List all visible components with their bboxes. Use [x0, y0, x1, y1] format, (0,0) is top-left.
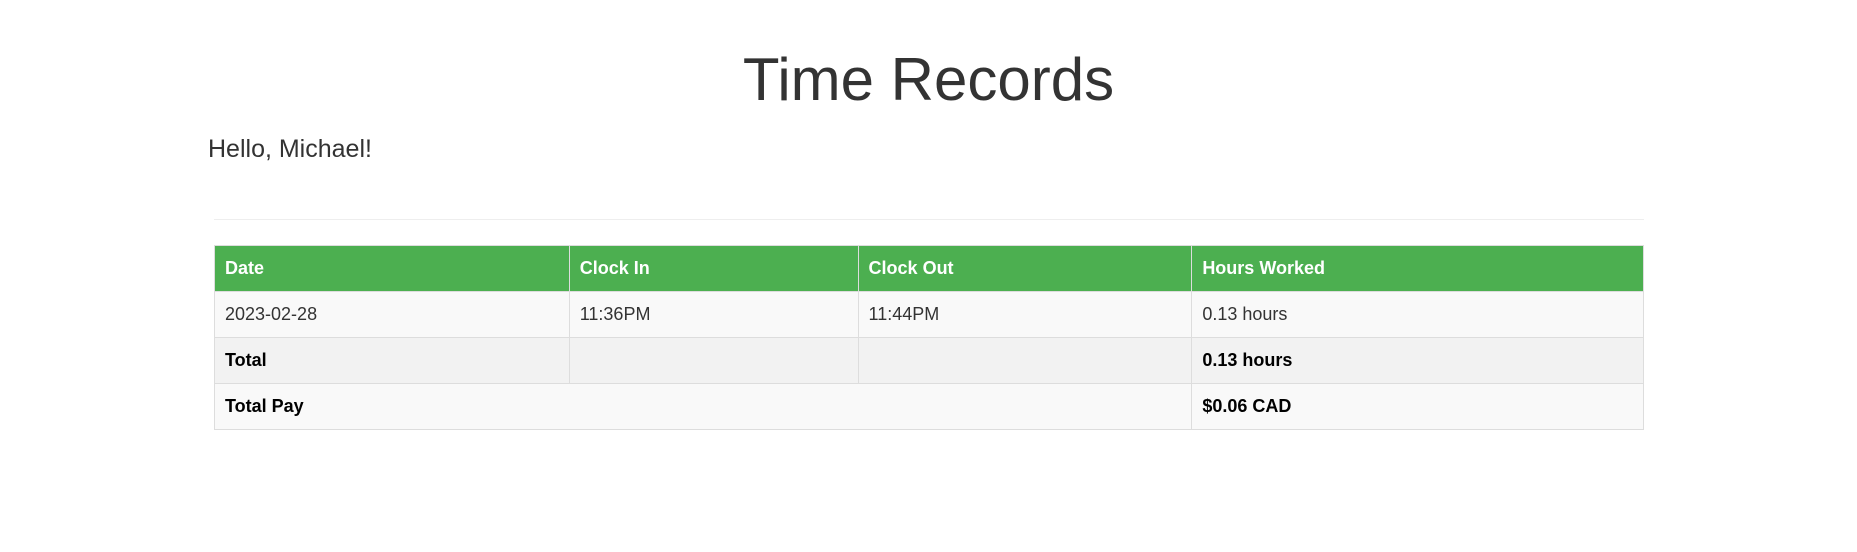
greeting-text: Hello, Michael!	[208, 135, 372, 163]
cell-hours-worked: 0.13 hours	[1191, 291, 1644, 338]
cell-date: 2023-02-28	[214, 291, 570, 338]
page-title: Time Records	[742, 46, 1115, 113]
total-empty-cell	[857, 337, 1193, 384]
header-clock-in: Clock In	[568, 245, 859, 292]
cell-clock-in: 11:36PM	[568, 291, 859, 338]
total-empty-cell	[568, 337, 859, 384]
total-pay-amount: $0.06 CAD	[1191, 383, 1644, 430]
total-pay-label: Total Pay	[213, 383, 1193, 430]
total-pay-row: Total Pay $0.06 CAD	[213, 383, 1644, 430]
total-hours: 0.13 hours	[1191, 337, 1644, 384]
divider	[214, 219, 1644, 220]
time-records-page: Time Records Hello, Michael! Date Clock …	[0, 0, 1857, 552]
table-row: 2023-02-28 11:36PM 11:44PM 0.13 hours	[214, 291, 1644, 338]
table-header-row: Date Clock In Clock Out Hours Worked	[214, 245, 1644, 292]
total-row: Total 0.13 hours	[214, 337, 1644, 384]
header-clock-out: Clock Out	[857, 245, 1193, 292]
time-records-table: Date Clock In Clock Out Hours Worked 202…	[213, 245, 1644, 430]
total-label: Total	[214, 337, 570, 384]
header-hours-worked: Hours Worked	[1191, 245, 1644, 292]
header-date: Date	[214, 245, 570, 292]
cell-clock-out: 11:44PM	[857, 291, 1193, 338]
